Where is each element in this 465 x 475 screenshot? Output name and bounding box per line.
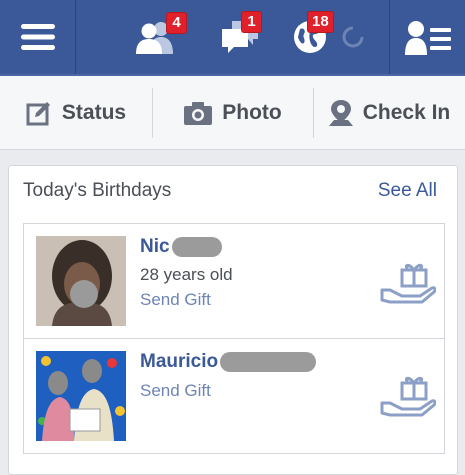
menu-icon [20, 24, 55, 50]
birthday-list-item[interactable]: Nic 28 years old Send Gift [23, 223, 445, 339]
gift-button[interactable] [380, 373, 437, 422]
friend-requests-badge: 4 [166, 12, 187, 34]
divider [75, 0, 76, 74]
camera-icon [184, 102, 213, 125]
person-age: 28 years old [140, 265, 233, 284]
profile-photo[interactable] [36, 351, 126, 441]
messages-badge: 1 [241, 11, 262, 33]
person-name-text: Mauricio [140, 351, 219, 372]
gift-icon [380, 263, 437, 304]
birthday-person-name[interactable]: Mauricio [140, 351, 317, 373]
photo-label: Photo [222, 101, 282, 124]
birthdays-card: Today's Birthdays See All Nic 28 years o… [8, 165, 458, 475]
status-button[interactable]: Status [0, 76, 152, 150]
composer-action-bar: Status Photo Check In [0, 74, 465, 150]
birthday-list-item[interactable]: Mauricio Send Gift [23, 338, 445, 454]
loading-indicator [338, 0, 368, 74]
redacted-surname [171, 236, 222, 257]
location-pin-icon [328, 100, 353, 126]
birthdays-title: Today's Birthdays [23, 180, 172, 201]
profile-photo[interactable] [36, 236, 126, 326]
check-in-button[interactable]: Check In [314, 76, 465, 150]
gift-icon [380, 376, 437, 417]
notifications-button[interactable]: 18 [285, 0, 335, 74]
profile-photo-image [36, 236, 126, 326]
person-name-text: Nic [140, 236, 170, 257]
messages-button[interactable]: 1 [205, 0, 275, 74]
friends-list-button[interactable] [390, 0, 465, 74]
photo-button[interactable]: Photo [153, 76, 313, 150]
loading-spinner-icon [342, 26, 364, 48]
birthday-person-name[interactable]: Nic [140, 236, 222, 258]
friend-requests-button[interactable]: 4 [120, 0, 190, 74]
check-in-label: Check In [362, 101, 451, 124]
friends-list-icon [404, 21, 451, 55]
gift-button[interactable] [380, 260, 437, 309]
notifications-badge: 18 [307, 11, 334, 33]
top-navigation-bar: 4 1 18 [0, 0, 465, 74]
send-gift-link[interactable]: Send Gift [140, 381, 211, 401]
send-gift-link[interactable]: Send Gift [140, 290, 211, 310]
status-label: Status [61, 101, 127, 124]
edit-status-icon [26, 102, 50, 126]
menu-button[interactable] [0, 0, 75, 74]
profile-photo-image [36, 351, 126, 441]
redacted-surname [220, 351, 317, 372]
see-all-link[interactable]: See All [378, 180, 437, 202]
